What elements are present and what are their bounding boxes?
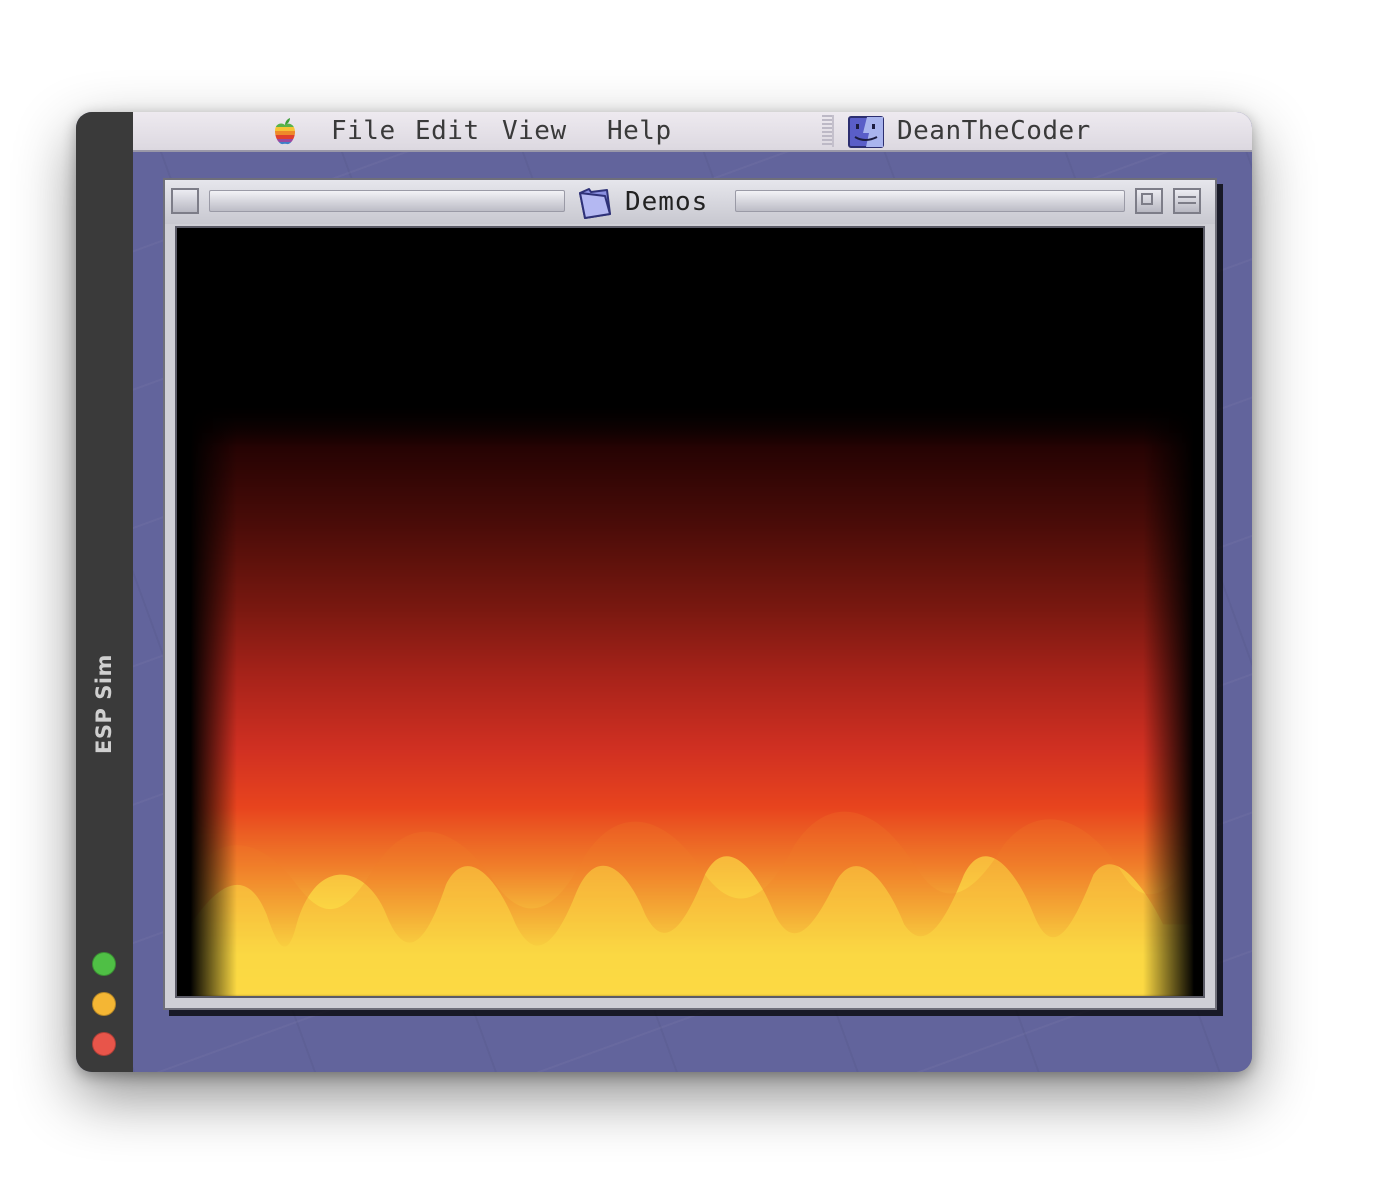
simulator-title: ESP Sim	[92, 654, 116, 754]
desktop: File Edit View Help DeanTheCoder Demos	[133, 112, 1252, 1072]
title-bar-stripes-right	[735, 190, 1125, 212]
window-title: Demos	[625, 187, 709, 217]
menu-edit[interactable]: Edit	[415, 112, 480, 150]
menu-bar: File Edit View Help DeanTheCoder	[133, 112, 1252, 152]
window-zoom-box[interactable]	[1135, 188, 1163, 214]
fire-edge-right	[1143, 406, 1203, 996]
window-collapse-box[interactable]	[1173, 188, 1201, 214]
window-close-box[interactable]	[171, 188, 199, 214]
folder-icon	[579, 188, 611, 219]
menu-help[interactable]: Help	[607, 112, 672, 150]
apple-rainbow-icon[interactable]	[269, 116, 301, 148]
flame-tongues	[190, 811, 1194, 996]
simulator-frame: ESP Sim File Edit View Help DeanTheCoder…	[76, 112, 1252, 1072]
active-app-name[interactable]: DeanTheCoder	[897, 112, 1091, 150]
window-title-bar[interactable]: Demos	[165, 180, 1215, 224]
menu-view[interactable]: View	[502, 112, 567, 150]
maximize-traffic-light[interactable]	[92, 952, 116, 976]
demos-window: Demos	[163, 178, 1217, 1010]
fire-edge-left	[177, 406, 237, 996]
menu-file[interactable]: File	[331, 112, 396, 150]
fire-top-fade	[177, 388, 1203, 448]
title-bar-stripes-left	[209, 190, 565, 212]
mac-os-finder-icon[interactable]	[847, 115, 885, 149]
simulator-sidebar: ESP Sim	[76, 112, 133, 1072]
fire-animation-canvas	[175, 226, 1205, 998]
minimize-traffic-light[interactable]	[92, 992, 116, 1016]
close-traffic-light[interactable]	[92, 1032, 116, 1056]
menubar-divider	[822, 115, 834, 147]
